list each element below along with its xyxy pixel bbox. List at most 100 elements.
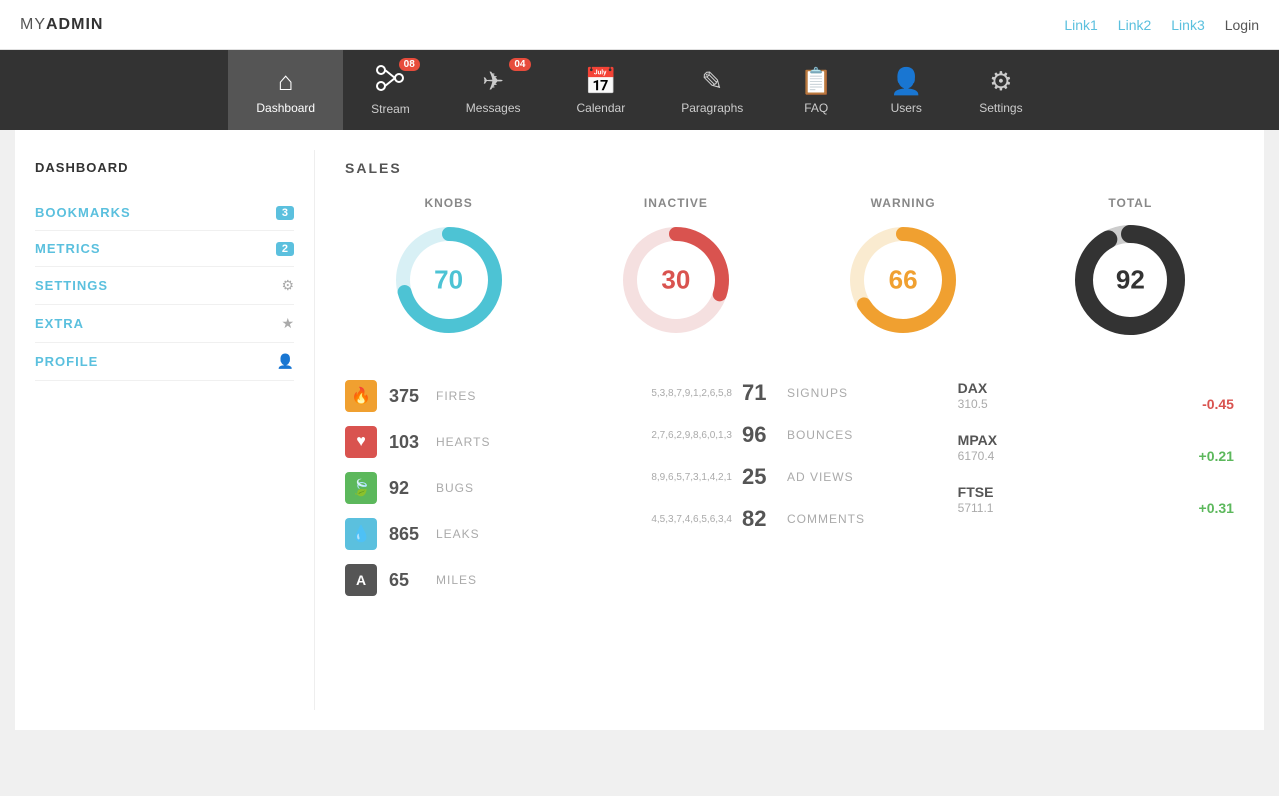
nav-label-messages: Messages (466, 101, 521, 115)
link2[interactable]: Link2 (1118, 17, 1151, 33)
sidebar-label-profile: PROFILE (35, 354, 98, 369)
comments-value: 82 (742, 506, 777, 532)
donut-total: 92 (1070, 220, 1190, 340)
stat-hearts: ♥ 103 HEARTS (345, 426, 621, 458)
dashboard-icon: ⌂ (278, 66, 294, 97)
miles-label: MILES (436, 573, 477, 587)
nav-bar: ⌂ Dashboard 08 Stream 04 ✈ Messages 📅 Ca… (0, 50, 1279, 130)
nav-item-users[interactable]: 👤 Users (861, 50, 951, 130)
sidebar-item-metrics[interactable]: METRICS 2 (35, 231, 294, 267)
leaks-icon: 💧 (351, 524, 371, 544)
nav-item-stream[interactable]: 08 Stream (343, 50, 438, 130)
leaks-label: LEAKS (436, 527, 480, 541)
sidebar: DASHBOARD BOOKMARKS 3 METRICS 2 SETTINGS… (15, 150, 315, 710)
donut-value-inactive: 30 (661, 265, 690, 296)
nav-item-paragraphs[interactable]: ✎ Paragraphs (653, 50, 771, 130)
sidebar-label-settings: SETTINGS (35, 278, 108, 293)
sidebar-badge-bookmarks: 3 (276, 206, 294, 220)
fires-label: FIRES (436, 389, 476, 403)
donut-knobs: 70 (389, 220, 509, 340)
chart-total: TOTAL 92 (1070, 196, 1190, 340)
hearts-icon: ♥ (356, 433, 366, 451)
dax-value-row: 310.5 -0.45 (958, 396, 1234, 412)
stats-section: 🔥 375 FIRES ♥ 103 HEARTS 🍃 (345, 380, 1234, 610)
star-icon: ★ (281, 315, 294, 332)
nav-label-paragraphs: Paragraphs (681, 101, 743, 115)
chart-warning: WARNING 66 (843, 196, 963, 340)
sales-section-title: SALES (345, 160, 1234, 176)
nav-item-messages[interactable]: 04 ✈ Messages (438, 50, 549, 130)
stock-dax: DAX 310.5 -0.45 (958, 380, 1234, 412)
sidebar-item-bookmarks-left: BOOKMARKS (35, 205, 131, 220)
paragraphs-icon: ✎ (701, 66, 723, 97)
sidebar-item-extra-left: EXTRA (35, 316, 84, 331)
link1[interactable]: Link1 (1064, 17, 1097, 33)
stat-bugs: 🍃 92 BUGS (345, 472, 621, 504)
link3[interactable]: Link3 (1171, 17, 1204, 33)
stock-mpax: MPAX 6170.4 +0.21 (958, 432, 1234, 464)
nav-label-settings: Settings (979, 101, 1022, 115)
adviews-numbers: 8,9,6,5,7,3,1,4,2,1 (651, 472, 732, 483)
ftse-value-row: 5711.1 +0.31 (958, 500, 1234, 516)
ftse-price: 5711.1 (958, 501, 994, 515)
top-links: Link1 Link2 Link3 Login (1064, 17, 1259, 33)
donut-value-warning: 66 (889, 265, 918, 296)
faq-icon: 📋 (800, 66, 832, 97)
chart-inactive: INACTIVE 30 (616, 196, 736, 340)
donut-warning: 66 (843, 220, 963, 340)
bounces-value: 96 (742, 422, 777, 448)
main-panel: SALES KNOBS 70 INACTIVE (315, 150, 1264, 710)
nav-item-calendar[interactable]: 📅 Calendar (549, 50, 654, 130)
nav-label-faq: FAQ (804, 101, 828, 115)
leaks-icon-box: 💧 (345, 518, 377, 550)
bugs-icon: 🍃 (351, 478, 371, 498)
ftse-name: FTSE (958, 484, 1234, 500)
comments-label: COMMENTS (787, 512, 865, 526)
nav-label-users: Users (891, 101, 922, 115)
nav-item-dashboard[interactable]: ⌂ Dashboard (228, 50, 343, 130)
settings-icon: ⚙ (989, 66, 1012, 97)
stat-signups: 5,3,8,7,9,1,2,6,5,8 71 SIGNUPS (651, 380, 927, 406)
sidebar-item-extra[interactable]: EXTRA ★ (35, 305, 294, 343)
users-icon: 👤 (890, 66, 922, 97)
hearts-value: 103 (389, 432, 424, 453)
chart-label-knobs: KNOBS (424, 196, 472, 210)
brand-prefix: MY (20, 16, 46, 33)
stock-ftse: FTSE 5711.1 +0.31 (958, 484, 1234, 516)
miles-value: 65 (389, 570, 424, 591)
sidebar-item-metrics-left: METRICS (35, 241, 101, 256)
hearts-label: HEARTS (436, 435, 490, 449)
fires-icon: 🔥 (351, 386, 371, 406)
profile-icon: 👤 (277, 353, 294, 370)
sparkline-stats-col: 5,3,8,7,9,1,2,6,5,8 71 SIGNUPS 2,7,6,2,9… (651, 380, 927, 610)
dax-price: 310.5 (958, 397, 988, 411)
stat-comments: 4,5,3,7,4,6,5,6,3,4 82 COMMENTS (651, 506, 927, 532)
messages-badge: 04 (509, 58, 530, 71)
stat-leaks: 💧 865 LEAKS (345, 518, 621, 550)
miles-icon-box: A (345, 564, 377, 596)
sidebar-item-profile[interactable]: PROFILE 👤 (35, 343, 294, 381)
messages-icon: ✈ (482, 66, 504, 97)
sidebar-badge-metrics: 2 (276, 242, 294, 256)
nav-label-stream: Stream (371, 102, 410, 116)
mpax-value-row: 6170.4 +0.21 (958, 448, 1234, 464)
sidebar-item-settings[interactable]: SETTINGS ⚙ (35, 267, 294, 305)
chart-label-warning: WARNING (871, 196, 936, 210)
calendar-icon: 📅 (585, 66, 617, 97)
stat-bounces: 2,7,6,2,9,8,6,0,1,3 96 BOUNCES (651, 422, 927, 448)
donut-inactive: 30 (616, 220, 736, 340)
bugs-label: BUGS (436, 481, 474, 495)
bounces-numbers: 2,7,6,2,9,8,6,0,1,3 (651, 430, 732, 441)
sidebar-label-extra: EXTRA (35, 316, 84, 331)
nav-label-dashboard: Dashboard (256, 101, 315, 115)
comments-numbers: 4,5,3,7,4,6,5,6,3,4 (651, 514, 732, 525)
nav-item-faq[interactable]: 📋 FAQ (771, 50, 861, 130)
dax-change: -0.45 (1202, 396, 1234, 412)
sidebar-item-bookmarks[interactable]: BOOKMARKS 3 (35, 195, 294, 231)
nav-item-settings[interactable]: ⚙ Settings (951, 50, 1050, 130)
bounces-label: BOUNCES (787, 428, 853, 442)
login-link[interactable]: Login (1225, 17, 1259, 33)
ftse-change: +0.31 (1199, 500, 1234, 516)
stock-stats-col: DAX 310.5 -0.45 MPAX 6170.4 +0.21 (958, 380, 1234, 610)
adviews-value: 25 (742, 464, 777, 490)
